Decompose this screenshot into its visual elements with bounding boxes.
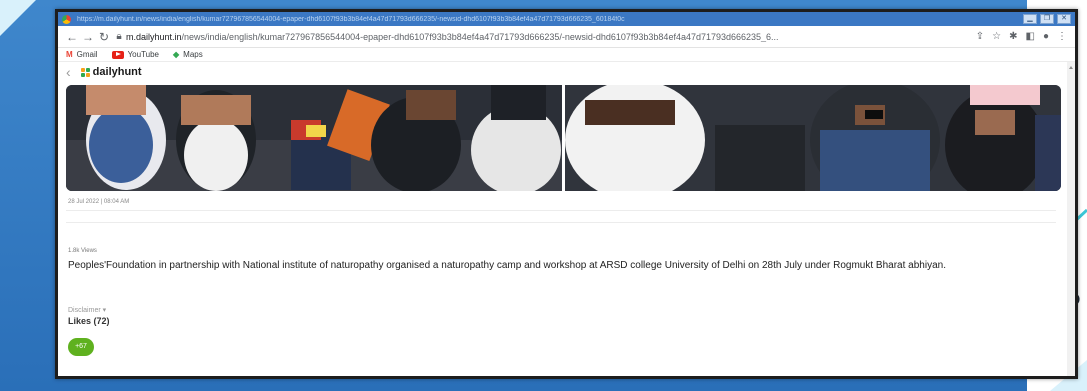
photo-left-image xyxy=(66,85,562,191)
article-date: 28 Jul 2022 | 08:04 AM xyxy=(68,199,130,205)
app-header: ‹ dailyhunt xyxy=(58,62,1075,82)
maps-icon: ◆ xyxy=(173,50,180,59)
likes-avatar-badge[interactable]: +67 xyxy=(68,338,94,356)
logo-text: dailyhunt xyxy=(92,66,142,78)
disclaimer-toggle[interactable]: Disclaimer ▾ xyxy=(68,306,106,314)
browser-titlebar: https://m.dailyhunt.in/news/india/englis… xyxy=(58,12,1075,26)
photo-right-panel xyxy=(565,85,1061,191)
bookmark-youtube[interactable]: YouTube xyxy=(111,50,159,59)
bookmark-label: Maps xyxy=(183,50,203,59)
gmail-icon: M xyxy=(66,50,73,59)
disclaimer-label: Disclaimer xyxy=(68,307,101,314)
window-controls: ▁ ❐ ✕ xyxy=(1023,14,1071,24)
reload-icon[interactable]: ↻ xyxy=(96,30,112,44)
dailyhunt-logo[interactable]: dailyhunt xyxy=(80,66,142,78)
page-scrollbar[interactable] xyxy=(1067,62,1075,376)
article-photo xyxy=(66,85,1061,191)
sidepanel-icon[interactable]: ◧ xyxy=(1026,31,1035,42)
minimize-button[interactable]: ▁ xyxy=(1023,14,1037,24)
article-body: Peoples'Foundation in partnership with N… xyxy=(68,260,946,271)
address-bar-row: ← → ↻ 🔒︎ m.dailyhunt.in/news/india/engli… xyxy=(58,26,1075,48)
forward-arrow-icon[interactable]: → xyxy=(80,30,96,44)
back-arrow-icon[interactable]: ← xyxy=(64,30,80,44)
page-content: ‹ dailyhunt 28 Jul 2022 | 08:04 AM 1.8k … xyxy=(58,62,1075,376)
youtube-icon xyxy=(111,50,124,59)
share-icon[interactable]: ⇪ xyxy=(976,31,984,42)
bookmark-gmail[interactable]: M Gmail xyxy=(66,50,98,59)
address-input[interactable]: m.dailyhunt.in/news/india/english/kumar7… xyxy=(126,32,916,42)
chevron-down-icon: ▾ xyxy=(102,307,107,314)
toolbar-actions: ⇪ ☆ ✱ ◧ ● ⋮ xyxy=(976,31,1075,42)
close-button[interactable]: ✕ xyxy=(1057,14,1071,24)
view-count: 1.8k Views xyxy=(68,248,97,254)
bookmarks-bar: M Gmail YouTube ◆ Maps xyxy=(58,48,1075,62)
photo-left-panel xyxy=(66,85,562,191)
address-path: /news/india/english/kumar727967856544004… xyxy=(181,31,779,42)
bookmark-label: YouTube xyxy=(127,50,159,59)
maximize-button[interactable]: ❐ xyxy=(1040,14,1054,24)
chrome-icon xyxy=(62,14,71,24)
divider xyxy=(66,210,1056,211)
extensions-icon[interactable]: ✱ xyxy=(1009,31,1017,42)
divider xyxy=(66,222,1056,223)
likes-count: Likes (72) xyxy=(68,316,110,326)
dailyhunt-logo-icon xyxy=(80,67,90,77)
titlebar-url: https://m.dailyhunt.in/news/india/englis… xyxy=(77,15,625,23)
photo-right-image xyxy=(565,85,1061,191)
lock-icon[interactable]: 🔒︎ xyxy=(112,31,126,42)
address-domain: m.dailyhunt.in xyxy=(126,31,182,42)
menu-icon[interactable]: ⋮ xyxy=(1057,31,1067,42)
bookmark-label: Gmail xyxy=(76,50,98,59)
profile-icon[interactable]: ● xyxy=(1043,31,1049,42)
bookmark-maps[interactable]: ◆ Maps xyxy=(173,50,203,59)
back-chevron-icon[interactable]: ‹ xyxy=(66,64,71,80)
browser-window: https://m.dailyhunt.in/news/india/englis… xyxy=(55,9,1078,379)
star-icon[interactable]: ☆ xyxy=(992,31,1001,42)
